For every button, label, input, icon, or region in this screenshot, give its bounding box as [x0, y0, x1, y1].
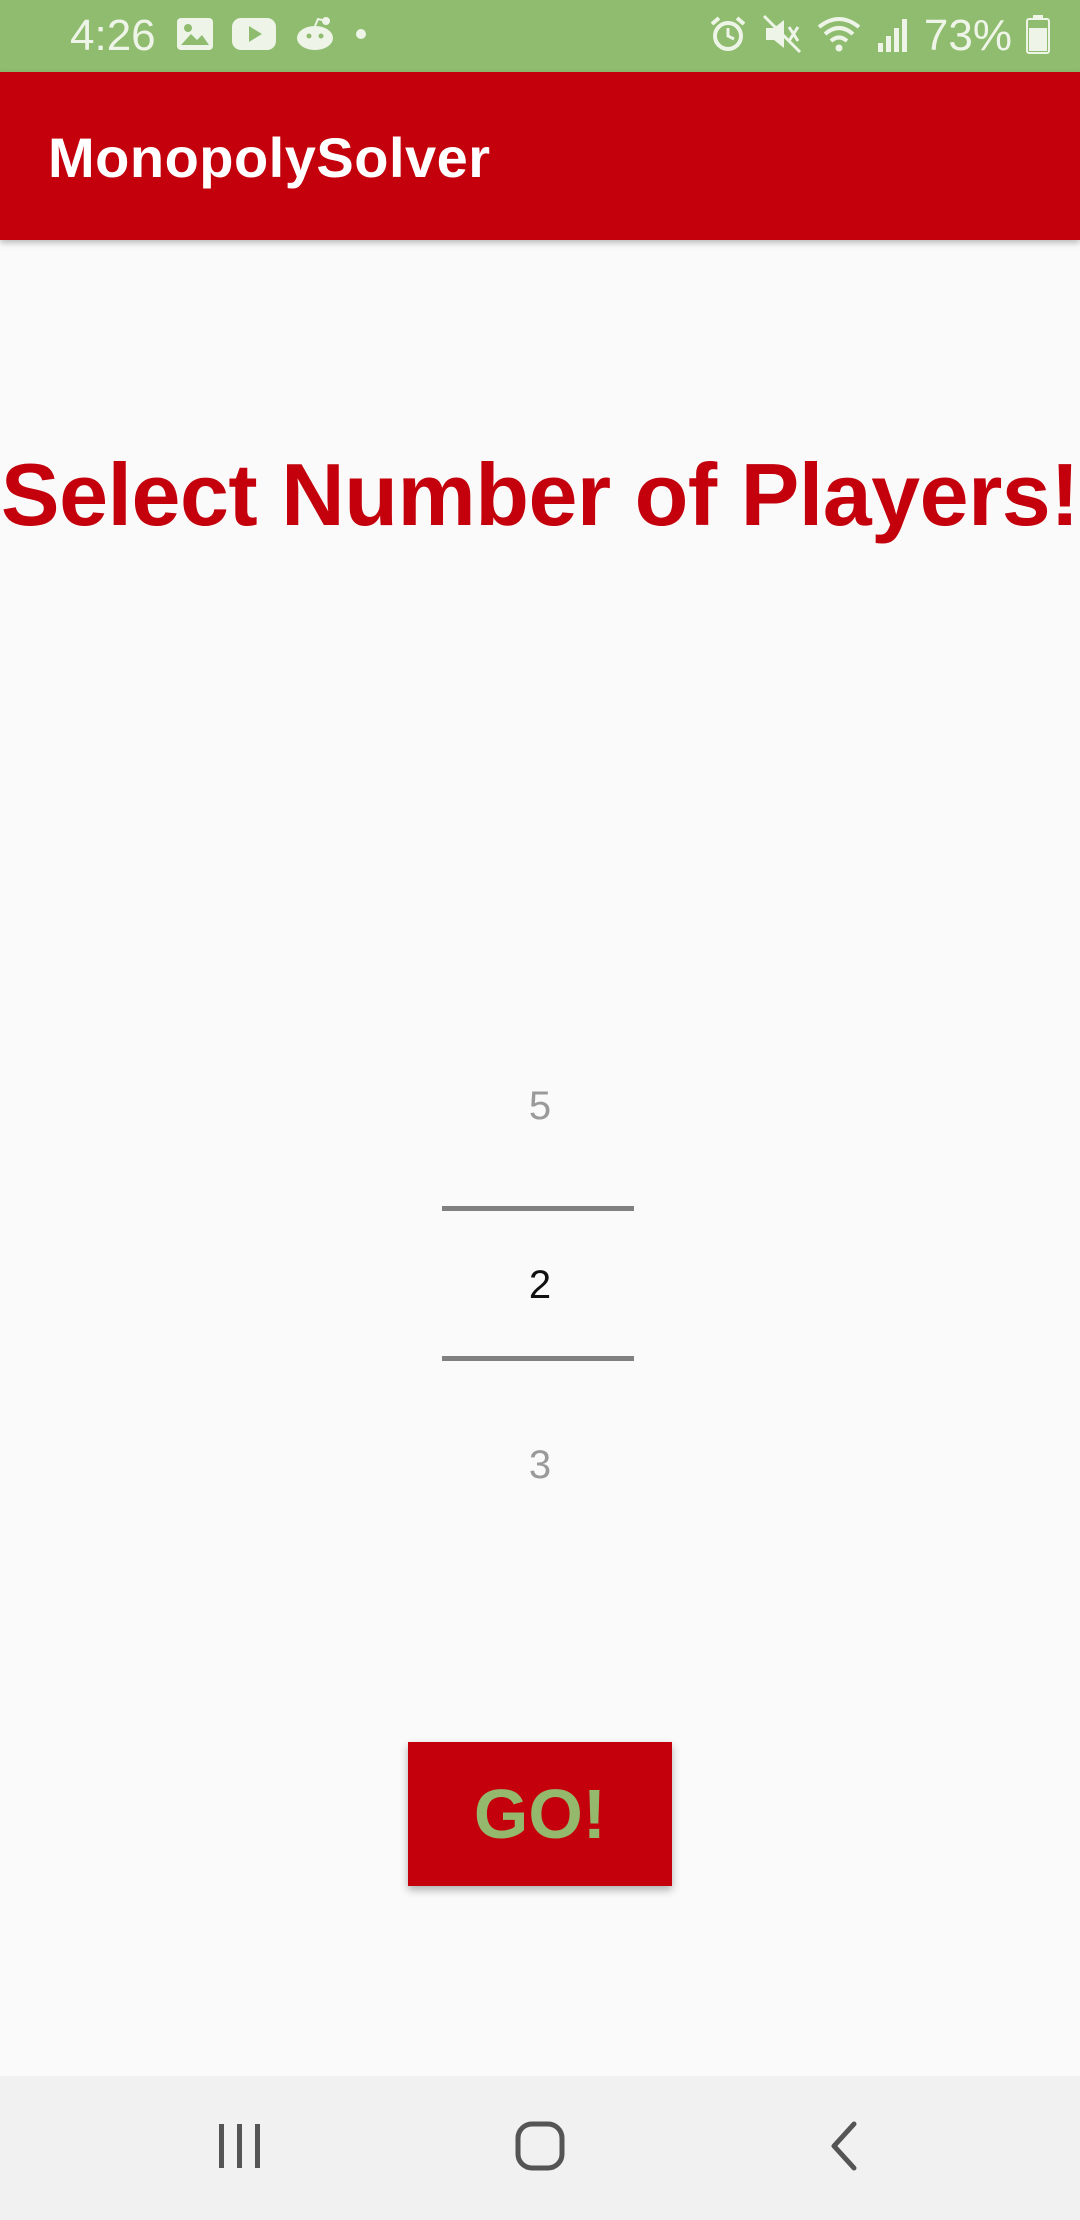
youtube-icon: [232, 17, 276, 55]
notification-dot-icon: [354, 27, 368, 46]
picker-divider-top: [442, 1206, 634, 1211]
wifi-icon: [816, 14, 862, 59]
mute-icon: [762, 14, 802, 59]
notification-icons: [176, 16, 368, 56]
status-bar: 4:26 73%: [0, 0, 1080, 72]
recent-apps-button[interactable]: [200, 2116, 280, 2180]
recent-apps-icon: [215, 2122, 265, 2175]
home-button[interactable]: [500, 2116, 580, 2180]
status-time: 4:26: [70, 11, 156, 60]
app-title: MonopolySolver: [48, 126, 491, 189]
home-icon: [514, 2120, 566, 2177]
gallery-icon: [176, 17, 214, 56]
go-button[interactable]: GO!: [408, 1742, 672, 1886]
back-button[interactable]: [804, 2116, 884, 2180]
battery-icon: [1026, 14, 1050, 59]
reddit-icon: [294, 16, 336, 57]
picker-selected-value[interactable]: 2: [440, 1255, 640, 1315]
picker-next-value[interactable]: 3: [440, 1435, 640, 1495]
system-icons: 73%: [708, 12, 1050, 60]
picker-previous-value[interactable]: 5: [440, 1076, 640, 1136]
page-heading: Select Number of Players!: [0, 445, 1080, 544]
back-icon: [824, 2120, 864, 2177]
navigation-bar: [0, 2076, 1080, 2220]
picker-divider-bottom: [442, 1356, 634, 1361]
battery-percentage: 73%: [923, 11, 1012, 60]
signal-icon: [876, 15, 910, 58]
app-bar: MonopolySolver: [0, 72, 1080, 240]
alarm-icon: [708, 14, 748, 59]
